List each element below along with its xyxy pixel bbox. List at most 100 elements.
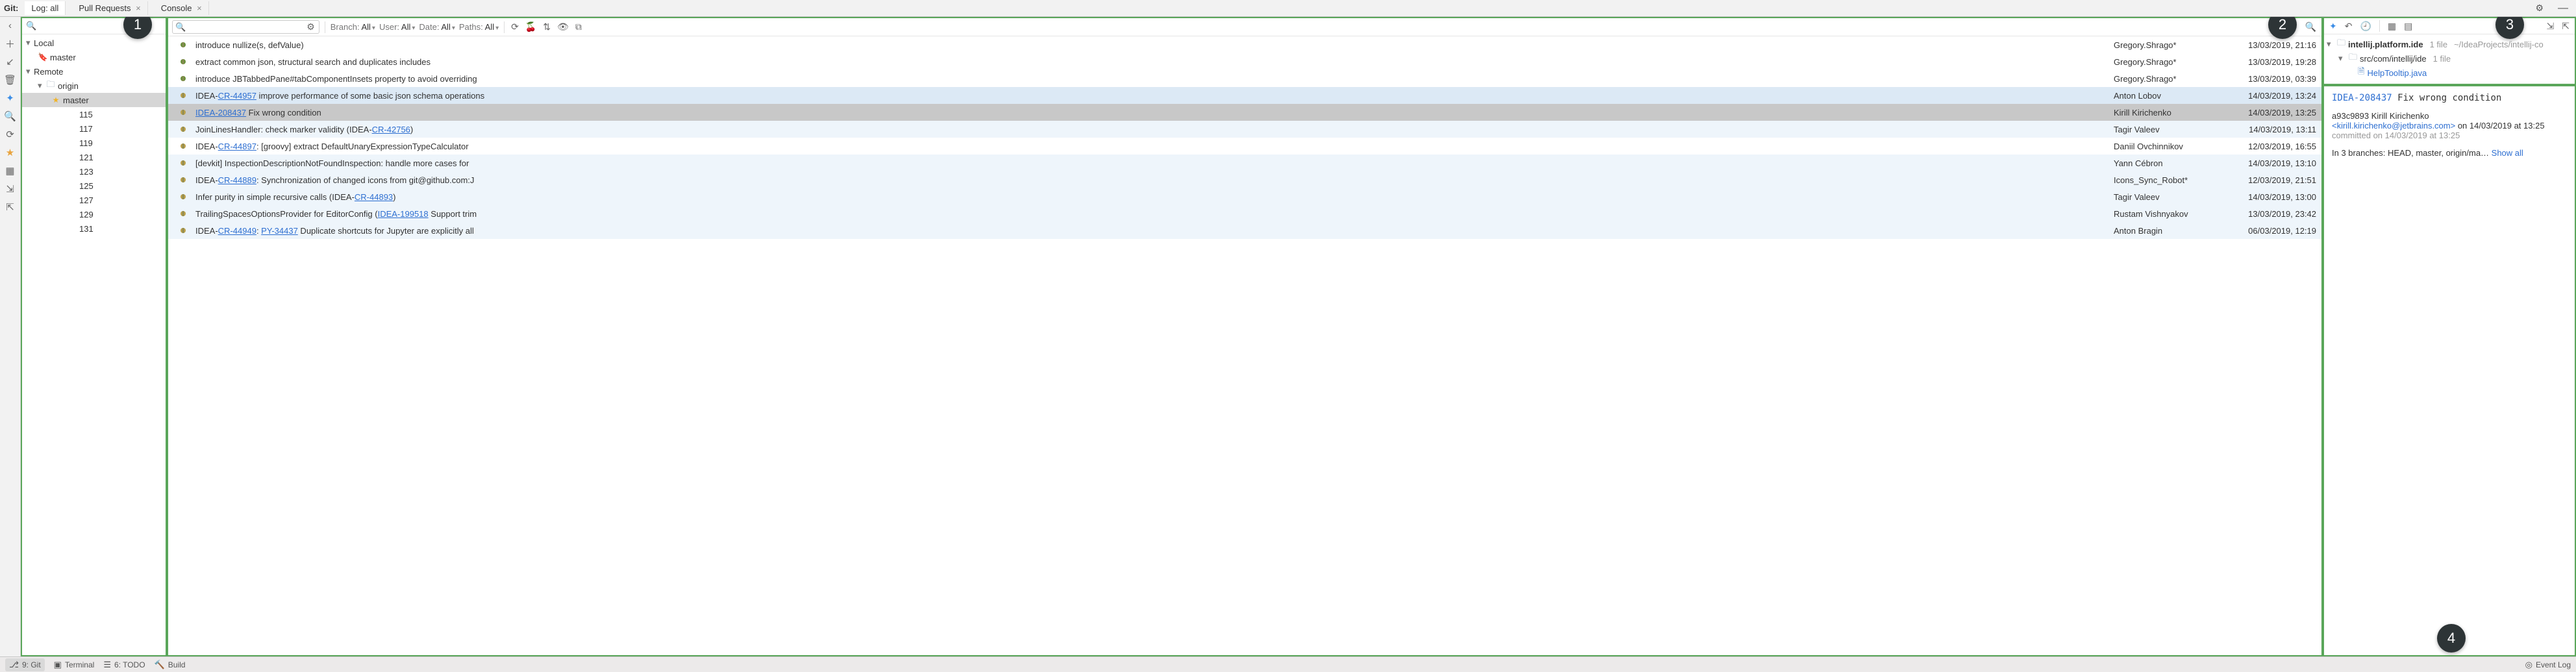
magic-icon[interactable]: ✦ — [5, 92, 16, 104]
commit-row[interactable]: Infer purity in simple recursive calls (… — [168, 188, 2321, 205]
log-search-input[interactable] — [188, 22, 303, 32]
tree-remote-header[interactable]: ▾ Remote — [22, 64, 166, 79]
commit-message: IDEA-CR-44949: PY-34437 Duplicate shortc… — [195, 226, 2114, 236]
branches-tree: ▾ Local 🔖 master ▾ Remote ▾ 🗀 origin ★ m… — [22, 34, 166, 655]
issue-link[interactable]: CR-44897 — [218, 142, 256, 151]
issue-link[interactable]: CR-44893 — [355, 192, 393, 202]
commit-row[interactable]: IDEA-208437 Fix wrong conditionKirill Ki… — [168, 104, 2321, 121]
history-icon[interactable]: 🕘 — [2358, 21, 2372, 32]
branch-origin-master[interactable]: ★ master — [22, 93, 166, 107]
commit-row[interactable]: IDEA-CR-44889: Synchronization of change… — [168, 171, 2321, 188]
commit-row[interactable]: IDEA-CR-44957 improve performance of som… — [168, 87, 2321, 104]
graph-cell — [171, 110, 195, 115]
commit-message: introduce JBTabbedPane#tabComponentInset… — [195, 74, 2114, 84]
refresh-icon[interactable]: ⟳ — [510, 21, 520, 32]
eye-icon[interactable]: 👁 — [556, 21, 570, 32]
commit-row[interactable]: introduce nullize(s, defValue)Gregory.Sh… — [168, 36, 2321, 53]
favorite-icon[interactable]: ★ — [5, 147, 16, 158]
tree-local-header[interactable]: ▾ Local — [22, 36, 166, 50]
checkout-icon[interactable]: ↙ — [5, 56, 16, 68]
branch-local-master[interactable]: 🔖 master — [22, 50, 166, 64]
commit-author: Anton Lobov — [2114, 91, 2224, 101]
log-toolbar: 🔍 ⚙ Branch: All User: All Date: All Path… — [168, 18, 2321, 36]
branch-num[interactable]: 131 — [22, 221, 166, 236]
show-all-link[interactable]: Show all — [2492, 148, 2523, 158]
issue-link[interactable]: PY-34437 — [261, 226, 298, 236]
commit-row[interactable]: TrailingSpacesOptionsProvider for Editor… — [168, 205, 2321, 222]
module-icon: 🗀 — [2337, 37, 2345, 51]
issue-link[interactable]: CR-44949 — [218, 226, 256, 236]
sb-todo[interactable]: ☰ 6: TODO — [103, 660, 145, 670]
hide-icon[interactable]: — — [2554, 3, 2572, 14]
file-subdir[interactable]: ▾ 🗀 src/com/intellij/ide 1 file — [2327, 51, 2572, 66]
issue-link[interactable]: CR-42756 — [372, 125, 410, 134]
git-label: Git: — [4, 3, 18, 13]
details-column: ✦ ↶ 🕘 ▦ ▤ ⇲ ⇱ ▾ 🗀 intellij.platform.ide … — [2323, 17, 2576, 656]
commit-author: Kirill Kirichenko — [2114, 108, 2224, 118]
commit-row[interactable]: IDEA-CR-44949: PY-34437 Duplicate shortc… — [168, 222, 2321, 239]
commit-message: Infer purity in simple recursive calls (… — [195, 192, 2114, 202]
collapse-icon[interactable]: ‹ — [5, 19, 16, 31]
sb-build[interactable]: 🔨 Build — [155, 660, 186, 670]
gear-icon[interactable]: ⚙ — [2531, 3, 2547, 14]
new-tab-icon[interactable]: ⧉ — [574, 21, 583, 32]
branch-num[interactable]: 121 — [22, 150, 166, 164]
commit-row[interactable]: [devkit] InspectionDescriptionNotFoundIn… — [168, 155, 2321, 171]
commit-row[interactable]: IDEA-CR-44897: [groovy] extract DefaultU… — [168, 138, 2321, 155]
cherry-pick-icon[interactable]: 🍒 — [524, 21, 538, 32]
file-root[interactable]: ▾ 🗀 intellij.platform.ide 1 file ~/IdeaP… — [2327, 37, 2572, 51]
sb-eventlog[interactable]: ◎ Event Log — [2525, 660, 2571, 670]
commit-row[interactable]: extract common json, structural search a… — [168, 53, 2321, 70]
tab-console[interactable]: Console × — [155, 1, 209, 15]
branch-num[interactable]: 123 — [22, 164, 166, 179]
left-gutter: ‹ ＋ ↙ 🗑 ✦ 🔍 ⟳ ★ ▦ ⇲ ⇱ — [0, 17, 21, 656]
sort-icon[interactable]: ⇅ — [542, 21, 552, 32]
close-icon[interactable]: × — [197, 3, 202, 13]
terminal-icon: ▣ — [54, 660, 62, 670]
graph-cell — [171, 93, 195, 98]
collapse-icon[interactable]: ⇱ — [2560, 21, 2571, 32]
issue-link[interactable]: CR-44889 — [218, 175, 256, 185]
branch-num[interactable]: 127 — [22, 193, 166, 207]
refresh-icon[interactable]: ⟳ — [5, 129, 16, 140]
tool-window-tabbar: Git: Log: all Pull Requests × Console × … — [0, 0, 2576, 17]
magic-icon[interactable]: ✦ — [2328, 21, 2338, 32]
sb-git[interactable]: ⎇ 9: Git — [5, 658, 45, 671]
filter-paths[interactable]: Paths: All — [459, 22, 499, 32]
close-icon[interactable]: × — [136, 3, 141, 13]
layout-icon[interactable]: ▦ — [5, 165, 16, 177]
search-icon[interactable]: 🔍 — [5, 110, 16, 122]
find-icon[interactable]: 🔍 — [2304, 21, 2318, 32]
collapseall-icon[interactable]: ⇱ — [5, 201, 16, 213]
commit-author: Gregory.Shrago* — [2114, 74, 2224, 84]
tab-pull-requests[interactable]: Pull Requests × — [72, 1, 147, 15]
commit-row[interactable]: introduce JBTabbedPane#tabComponentInset… — [168, 70, 2321, 87]
expand-icon[interactable]: ⇲ — [5, 183, 16, 195]
changed-file[interactable]: 🗎 HelpTooltip.java — [2327, 66, 2572, 80]
branch-num[interactable]: 125 — [22, 179, 166, 193]
commit-date: 14/03/2019, 13:00 — [2224, 192, 2321, 202]
flatten-icon[interactable]: ▤ — [2403, 21, 2414, 32]
branch-num[interactable]: 119 — [22, 136, 166, 150]
filter-date[interactable]: Date: All — [419, 22, 455, 32]
issue-link[interactable]: IDEA-199518 — [378, 209, 429, 219]
expand-icon[interactable]: ⇲ — [2545, 21, 2556, 32]
log-search: 🔍 ⚙ — [172, 20, 319, 34]
delete-icon[interactable]: 🗑 — [5, 74, 16, 86]
group-icon[interactable]: ▦ — [2386, 21, 2397, 32]
commit-date: 14/03/2019, 13:24 — [2224, 91, 2321, 101]
remote-origin[interactable]: ▾ 🗀 origin — [22, 79, 166, 93]
commit-row[interactable]: JoinLinesHandler: check marker validity … — [168, 121, 2321, 138]
issue-link[interactable]: IDEA-208437 — [195, 108, 246, 118]
filter-branch[interactable]: Branch: All — [331, 22, 375, 32]
tab-log[interactable]: Log: all — [25, 1, 66, 15]
issue-link[interactable]: CR-44957 — [218, 91, 256, 101]
filter-user[interactable]: User: All — [379, 22, 415, 32]
filter-gear-icon[interactable]: ⚙ — [305, 21, 316, 32]
undo-icon[interactable]: ↶ — [2344, 21, 2354, 32]
branch-num[interactable]: 117 — [22, 121, 166, 136]
branch-num[interactable]: 129 — [22, 207, 166, 221]
branch-num[interactable]: 115 — [22, 107, 166, 121]
sb-terminal[interactable]: ▣ Terminal — [54, 660, 95, 670]
add-icon[interactable]: ＋ — [5, 38, 16, 49]
